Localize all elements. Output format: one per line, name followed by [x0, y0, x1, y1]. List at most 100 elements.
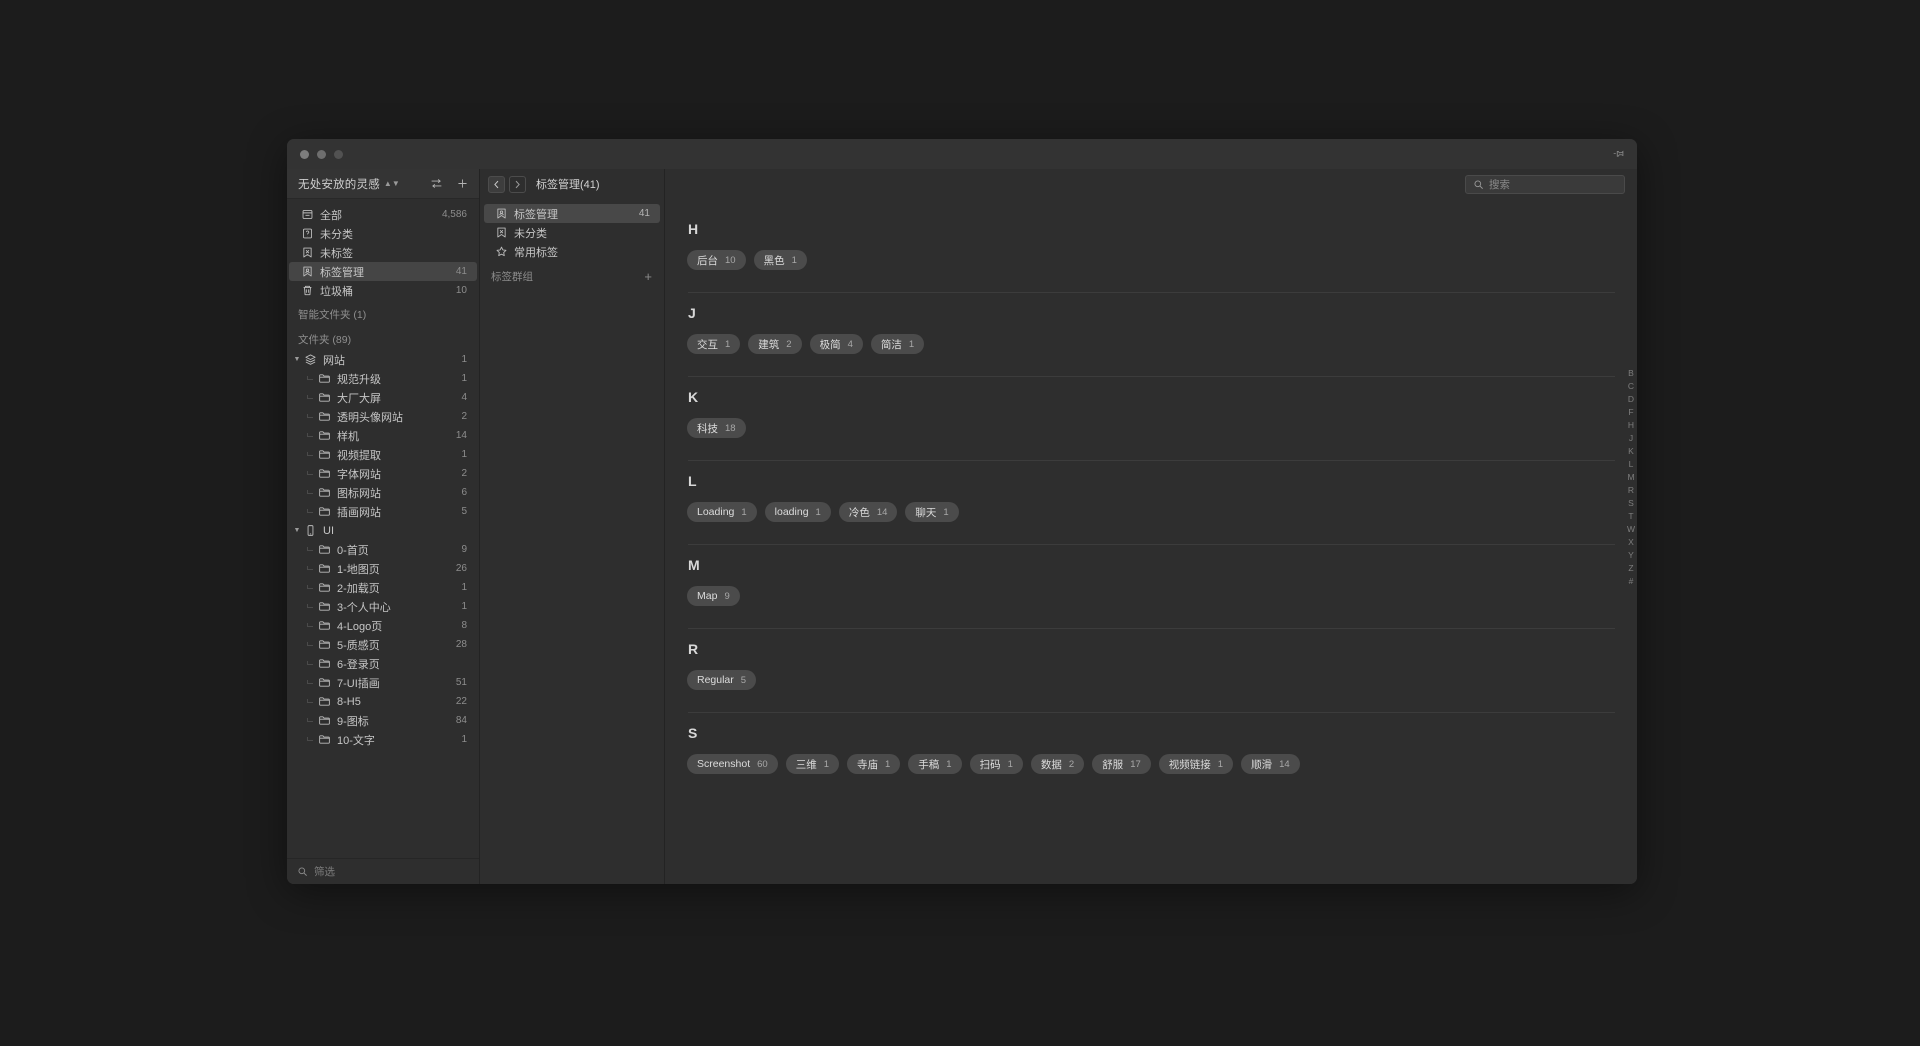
tag-pill[interactable]: 手稿 1: [908, 754, 962, 774]
tag-pill[interactable]: Screenshot 60: [687, 754, 778, 774]
tag-pill[interactable]: Regular 5: [687, 670, 757, 690]
tree-folder-row[interactable]: 图标网站 6: [289, 483, 477, 502]
tag-pill[interactable]: loading 1: [764, 502, 831, 522]
tag-panel-item-2[interactable]: 常用标签: [484, 242, 660, 261]
tag-pill[interactable]: Loading 1: [687, 502, 757, 522]
tree-folder-row[interactable]: 视频提取 1: [289, 445, 477, 464]
chevron-updown-icon: ▲▼: [383, 178, 400, 188]
chevron-down-icon[interactable]: ▼: [291, 356, 303, 363]
tag-pill[interactable]: 黑色 1: [753, 250, 807, 270]
close-button[interactable]: [300, 149, 309, 159]
sidebar-item-1[interactable]: 未分类: [289, 224, 477, 243]
tree-row-label: 5-质感页: [337, 639, 380, 652]
tree-folder-row[interactable]: 1-地图页 26: [289, 559, 477, 578]
sidebar-scroll[interactable]: 全部 4,586 未分类 未标签 标签管理 41 垃圾桶 10 智能文件夹 (1) 文件夹 (…: [287, 199, 479, 858]
alphabet-index-item[interactable]: #: [1629, 577, 1634, 586]
tree-group-row[interactable]: ▼ 网站 1: [289, 350, 477, 369]
tree-folder-row[interactable]: 10-文字 1: [289, 730, 477, 749]
sidebar-item-0[interactable]: 全部 4,586: [289, 205, 477, 224]
alphabet-index-item[interactable]: B: [1628, 369, 1634, 378]
tree-folder-row[interactable]: 5-质感页 28: [289, 635, 477, 654]
alphabet-index-item[interactable]: C: [1628, 382, 1634, 391]
tree-group-row[interactable]: ▼ UI: [289, 521, 477, 540]
alphabet-index-item[interactable]: L: [1629, 460, 1634, 469]
tree-row-count: 2: [461, 411, 467, 422]
alphabet-index-item[interactable]: Z: [1628, 564, 1633, 573]
tag-pill[interactable]: 冷色 14: [838, 502, 898, 522]
alphabet-index-item[interactable]: K: [1628, 447, 1634, 456]
alphabet-index[interactable]: B C D F H J K L M R S T W X Y Z #: [1627, 369, 1635, 586]
plus-icon[interactable]: +: [644, 270, 652, 283]
tag-list-scroll[interactable]: H 后台 10 黑色 1 J 交互 1 建筑 2 极简 4 简洁 1 K 科技 18 L Loading 1 loadi…: [665, 199, 1637, 884]
tag-pill[interactable]: Map 9: [687, 586, 740, 606]
tag-pill[interactable]: 后台 10: [687, 250, 746, 270]
alphabet-index-item[interactable]: T: [1628, 512, 1633, 521]
alphabet-index-item[interactable]: S: [1628, 499, 1634, 508]
tag-section: S Screenshot 60 三维 1 寺庙 1 手稿 1 扫码 1 数据 2 舒服 17 视频链接 1 顺滑 1…: [687, 725, 1637, 774]
tree-folder-row[interactable]: 大厂大屏 4: [289, 388, 477, 407]
tag-pill[interactable]: 数据 2: [1030, 754, 1085, 774]
tag-name: 科技: [697, 422, 718, 435]
sidebar-item-2[interactable]: 未标签: [289, 243, 477, 262]
alphabet-index-item[interactable]: W: [1627, 525, 1635, 534]
tree-folder-row[interactable]: 样机 14: [289, 426, 477, 445]
tree-folder-row[interactable]: 字体网站 2: [289, 464, 477, 483]
tag-panel-list: 标签管理 41 未分类 常用标签: [480, 199, 664, 261]
tag-pill[interactable]: 舒服 17: [1092, 754, 1151, 774]
library-selector[interactable]: 无处安放的灵感 ▲▼: [287, 169, 479, 199]
sidebar-item-4[interactable]: 垃圾桶 10: [289, 281, 477, 300]
tree-folder-row[interactable]: 7-UI插画 51: [289, 673, 477, 692]
tag-pill[interactable]: 极简 4: [809, 334, 863, 354]
back-button[interactable]: [488, 175, 505, 193]
tag-panel-item-1[interactable]: 未分类: [484, 223, 660, 242]
tag-name: 后台: [697, 254, 718, 267]
plus-icon[interactable]: [456, 177, 469, 190]
folder-icon: [317, 733, 332, 746]
section-divider: [688, 544, 1615, 545]
tag-pill[interactable]: 三维 1: [785, 754, 839, 774]
tag-pill[interactable]: 顺滑 14: [1241, 754, 1300, 774]
sidebar-item-3[interactable]: 标签管理 41: [289, 262, 477, 281]
pin-icon[interactable]: [1612, 146, 1628, 162]
forward-button[interactable]: [509, 175, 526, 193]
tree-folder-row[interactable]: 规范升级 1: [289, 369, 477, 388]
tree-folder-row[interactable]: 6-登录页: [289, 654, 477, 673]
alphabet-index-item[interactable]: J: [1629, 434, 1633, 443]
tree-folder-row[interactable]: 3-个人中心 1: [289, 597, 477, 616]
minimize-button[interactable]: [317, 149, 326, 159]
tree-folder-row[interactable]: 透明头像网站 2: [289, 407, 477, 426]
tag-section: J 交互 1 建筑 2 极简 4 简洁 1: [687, 305, 1637, 354]
alphabet-index-item[interactable]: H: [1628, 421, 1634, 430]
tree-folder-row[interactable]: 0-首页 9: [289, 540, 477, 559]
tag-pill[interactable]: 建筑 2: [748, 334, 802, 354]
tag-panel-item-0[interactable]: 标签管理 41: [484, 204, 660, 223]
tree-folder-row[interactable]: 4-Logo页 8: [289, 616, 477, 635]
tag-pill[interactable]: 科技 18: [687, 418, 746, 438]
tag-pill-row: 科技 18: [687, 418, 1607, 438]
tree-folder-row[interactable]: 2-加载页 1: [289, 578, 477, 597]
tag-pill[interactable]: 交互 1: [687, 334, 741, 354]
tag-manager-icon: [494, 207, 508, 220]
tag-pill[interactable]: 视频链接 1: [1158, 754, 1234, 774]
chevron-down-icon[interactable]: ▼: [291, 527, 303, 534]
alphabet-index-item[interactable]: F: [1628, 408, 1633, 417]
tag-pill[interactable]: 寺庙 1: [847, 754, 901, 774]
tag-pill[interactable]: 聊天 1: [905, 502, 959, 522]
tree-folder-row[interactable]: 9-图标 84: [289, 711, 477, 730]
tree-folder-row[interactable]: 8-H5 22: [289, 692, 477, 711]
alphabet-index-item[interactable]: D: [1628, 395, 1634, 404]
tag-pill-row: 后台 10 黑色 1: [687, 250, 1607, 270]
search-input[interactable]: 搜索: [1465, 174, 1625, 194]
tag-pill[interactable]: 扫码 1: [969, 754, 1023, 774]
alphabet-index-item[interactable]: R: [1628, 486, 1634, 495]
sort-swap-icon[interactable]: [430, 177, 443, 190]
alphabet-index-item[interactable]: X: [1628, 538, 1634, 547]
alphabet-index-item[interactable]: Y: [1628, 551, 1634, 560]
tag-count: 1: [823, 758, 829, 770]
tag-pill[interactable]: 简洁 1: [870, 334, 925, 354]
sidebar-filter-input[interactable]: 筛选: [287, 858, 479, 884]
maximize-button[interactable]: [334, 149, 343, 159]
tree-folder-row[interactable]: 插画网站 5: [289, 502, 477, 521]
tree-row-count: 2: [461, 468, 467, 479]
alphabet-index-item[interactable]: M: [1627, 473, 1634, 482]
